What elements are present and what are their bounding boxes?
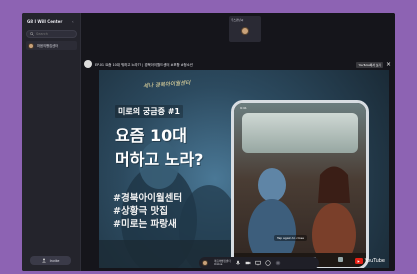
hashtag: #상황극 맛집	[113, 206, 168, 217]
chevron-left-icon[interactable]: ‹	[72, 19, 74, 24]
play-icon	[354, 258, 363, 264]
watch-on-youtube-button[interactable]: YouTube에서 보기	[356, 62, 383, 68]
video-headline-1: 요즘 10대	[115, 126, 187, 145]
main-area: 주스만난씨 EP.01 요즘 10대 뭐하고 노라?? | 경북아이월드센터 #…	[81, 13, 395, 271]
sidebar: G8 I Will Center ‹ 마음의빵집센터 Invite	[22, 13, 81, 271]
more-icon[interactable]	[275, 260, 281, 266]
search-icon	[30, 32, 34, 36]
workspace-title: G8 I Will Center	[27, 19, 63, 24]
phone-mockup: 9:41 Tap again to close	[231, 100, 369, 268]
user-status: Online	[214, 263, 223, 266]
sidebar-item-label: 마음의빵집센터	[37, 44, 59, 48]
search-input[interactable]	[36, 32, 76, 36]
youtube-logo[interactable]: YouTube	[354, 258, 385, 264]
invite-button[interactable]: Invite	[30, 256, 71, 265]
camera-icon[interactable]	[245, 260, 251, 266]
emoji-icon[interactable]	[265, 260, 271, 266]
close-icon[interactable]: ×	[386, 61, 391, 68]
user-info: 마음의빵집센터 Online	[214, 260, 231, 266]
nav-icon	[338, 256, 343, 262]
invite-label: Invite	[49, 258, 60, 263]
channel-avatar[interactable]	[84, 60, 92, 68]
hashtag: #미로는 파랑새	[113, 219, 177, 230]
mic-icon[interactable]	[235, 260, 241, 266]
sidebar-item-room[interactable]: 마음의빵집센터	[26, 41, 77, 50]
characters-illustration	[234, 166, 366, 267]
youtube-header: EP.01 요즘 10대 뭐하고 노라?? | 경북아이월드센터 #포항 #청소…	[81, 58, 395, 70]
youtube-brand: YouTube	[364, 258, 385, 264]
participant-name: 주스만난씨	[231, 18, 244, 22]
avatar	[28, 42, 34, 49]
phone-caption: Tap again to close	[274, 235, 307, 241]
bottom-toolbar: 마음의빵집센터 Online	[199, 257, 319, 269]
participant-tile[interactable]: 주스만난씨	[229, 16, 261, 42]
avatar[interactable]	[202, 260, 208, 266]
hashtag: #경북아이월센터	[113, 193, 183, 204]
video-title[interactable]: EP.01 요즘 10대 뭐하고 노라?? | 경북아이월드센터 #포항 #청소…	[95, 62, 193, 67]
hashtag-list: #경북아이월센터 #상황극 맛집 #미로는 파랑새	[113, 192, 182, 231]
youtube-video[interactable]: 세나 경북아이월센터 미로의 궁금증 #1 요즘 10대 머하고 노라? #경북…	[99, 70, 389, 268]
video-question-label: 미로의 궁금증 #1	[115, 105, 183, 118]
screen-share-icon[interactable]	[255, 260, 261, 266]
person-add-icon	[41, 258, 46, 263]
search-field[interactable]	[26, 30, 77, 38]
avatar	[241, 27, 249, 35]
video-headline-2: 머하고 노라?	[115, 150, 204, 169]
app-window: G8 I Will Center ‹ 마음의빵집센터 Invite 주스만난씨 …	[22, 13, 395, 271]
